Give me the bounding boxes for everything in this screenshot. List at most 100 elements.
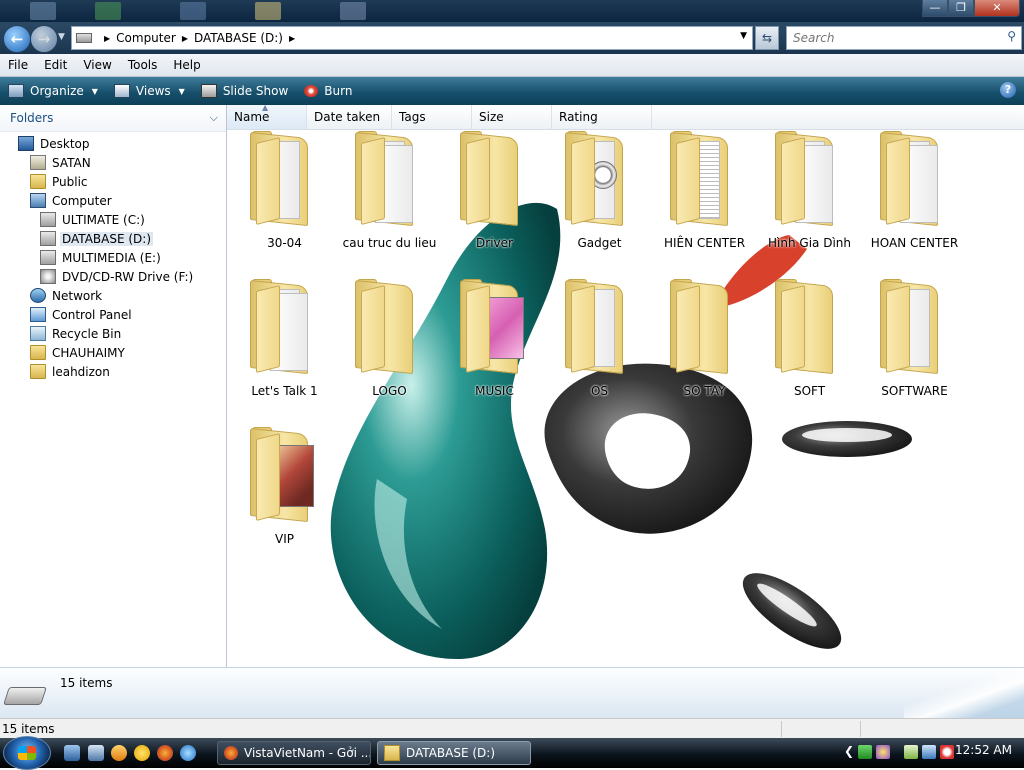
menu-help[interactable]: Help xyxy=(165,58,208,72)
folder-item[interactable]: HOAN CENTER xyxy=(862,129,967,269)
menu-edit[interactable]: Edit xyxy=(36,58,75,72)
folder-name: Driver xyxy=(476,236,513,250)
folder-item[interactable]: 30-04 xyxy=(232,129,337,269)
folder-name: SOFTWARE xyxy=(881,384,948,398)
tree-item-chauhaimy[interactable]: CHAUHAIMY xyxy=(0,343,226,362)
desktop-ghost-icon xyxy=(95,2,121,20)
menu-file[interactable]: File xyxy=(0,58,36,72)
safely-remove-icon[interactable] xyxy=(904,745,918,759)
folder-item[interactable]: cau truc du lieu xyxy=(337,129,442,269)
search-box[interactable]: ⚲ xyxy=(786,26,1022,50)
folder-name: HIÊN CENTER xyxy=(663,236,746,250)
help-button[interactable]: ? xyxy=(1000,82,1016,98)
breadcrumb-database-drive[interactable]: DATABASE (D:) xyxy=(194,31,283,45)
tree-item-ultimate-drive[interactable]: ULTIMATE (C:) xyxy=(0,210,226,229)
show-desktop-icon[interactable] xyxy=(64,745,80,761)
tree-item-computer[interactable]: Computer xyxy=(0,191,226,210)
tree-item-label: Control Panel xyxy=(52,307,132,322)
folder-name: Let's Talk 1 xyxy=(251,384,318,398)
back-button[interactable]: ← xyxy=(3,25,31,53)
folder-item[interactable]: SO TAY xyxy=(652,277,757,417)
folder-item[interactable]: Let's Talk 1 xyxy=(232,277,337,417)
folder-item[interactable]: Gadget xyxy=(547,129,652,269)
internet-explorer-icon[interactable] xyxy=(180,745,196,761)
network-tray-icon[interactable] xyxy=(922,745,936,759)
forward-button[interactable]: → xyxy=(30,25,58,53)
folders-pane-title: Folders xyxy=(10,111,54,125)
taskbar-button-label: DATABASE (D:) xyxy=(406,746,496,760)
folder-icon xyxy=(30,174,46,189)
organize-button[interactable]: Organize ▼ xyxy=(0,77,106,105)
media-player-icon[interactable] xyxy=(111,745,127,761)
column-header-date-taken[interactable]: Date taken xyxy=(307,105,392,129)
show-hidden-icons-icon[interactable]: ❮ xyxy=(844,744,854,758)
messenger-icon[interactable] xyxy=(134,745,150,761)
folder-icon xyxy=(355,279,419,375)
folders-pane-header[interactable]: Folders ⌵ xyxy=(0,105,226,132)
views-button[interactable]: Views ▼ xyxy=(106,77,193,105)
tree-item-control-panel[interactable]: Control Panel xyxy=(0,305,226,324)
burn-disc-icon xyxy=(304,85,319,97)
column-header-size[interactable]: Size xyxy=(472,105,552,129)
firefox-icon[interactable] xyxy=(157,745,173,761)
close-button[interactable]: ✕ xyxy=(974,0,1020,17)
folder-item[interactable]: MUSIC xyxy=(442,277,547,417)
address-bar[interactable]: ▶ Computer ▶ DATABASE (D:) ▶ ▼ xyxy=(71,26,753,50)
folder-icon xyxy=(670,279,734,375)
app-tray-icon[interactable] xyxy=(876,745,890,759)
breadcrumb-separator-icon[interactable]: ▶ xyxy=(104,34,110,43)
search-input[interactable] xyxy=(791,27,995,49)
recent-pages-dropdown-icon[interactable]: ▼ xyxy=(58,32,65,42)
tree-item-dvd-drive[interactable]: DVD/CD-RW Drive (F:) xyxy=(0,267,226,286)
column-header-name[interactable]: ▲ Name xyxy=(227,105,307,129)
tree-item-network[interactable]: Network xyxy=(0,286,226,305)
tree-item-database-drive[interactable]: DATABASE (D:) xyxy=(0,229,226,248)
views-label: Views xyxy=(135,84,171,98)
volume-muted-icon[interactable] xyxy=(940,745,954,759)
tree-item-leahdizon[interactable]: leahdizon xyxy=(0,362,226,381)
refresh-button[interactable]: ⇆ xyxy=(755,26,779,50)
search-icon[interactable]: ⚲ xyxy=(1007,29,1016,43)
switch-windows-icon[interactable] xyxy=(88,745,104,761)
folder-item[interactable]: LOGO xyxy=(337,277,442,417)
address-history-dropdown-icon[interactable]: ▼ xyxy=(740,31,747,41)
column-header-label: Size xyxy=(479,110,504,124)
breadcrumb-computer[interactable]: Computer xyxy=(116,31,176,45)
organize-icon xyxy=(8,84,24,98)
folder-name: Gadget xyxy=(577,236,622,250)
tree-item-public[interactable]: Public xyxy=(0,172,226,191)
folder-item[interactable]: OS xyxy=(547,277,652,417)
menu-view[interactable]: View xyxy=(75,58,119,72)
taskbar-button-explorer[interactable]: DATABASE (D:) xyxy=(377,741,531,765)
minimize-button[interactable]: — xyxy=(922,0,948,17)
clock[interactable]: 12:52 AM xyxy=(955,743,1012,757)
breadcrumb-separator-icon[interactable]: ▶ xyxy=(289,34,295,43)
folder-item[interactable]: VIP xyxy=(232,425,337,565)
tree-item-recycle-bin[interactable]: Recycle Bin xyxy=(0,324,226,343)
file-list-view[interactable]: ▲ Name Date taken Tags Size Rating 30-04… xyxy=(227,105,1024,667)
tree-item-desktop[interactable]: Desktop xyxy=(0,134,226,153)
start-button[interactable] xyxy=(3,736,51,770)
column-header-rating[interactable]: Rating xyxy=(552,105,652,129)
computer-icon xyxy=(30,193,46,208)
folder-item[interactable]: SOFTWARE xyxy=(862,277,967,417)
tree-item-satan[interactable]: SATAN xyxy=(0,153,226,172)
desktop-ghost-icon xyxy=(255,2,281,20)
chevron-down-icon[interactable]: ⌵ xyxy=(210,111,218,125)
column-header-tags[interactable]: Tags xyxy=(392,105,472,129)
folder-item[interactable]: HIÊN CENTER xyxy=(652,129,757,269)
menu-tools[interactable]: Tools xyxy=(120,58,166,72)
slideshow-button[interactable]: Slide Show xyxy=(193,77,296,105)
folder-item[interactable]: Driver xyxy=(442,129,547,269)
taskbar-button-browser[interactable]: VistaVietNam - Gởi ... xyxy=(217,741,371,765)
folder-item[interactable]: Hình Gia Dình xyxy=(757,129,862,269)
desktop-icon xyxy=(18,136,34,151)
tree-item-multimedia-drive[interactable]: MULTIMEDIA (E:) xyxy=(0,248,226,267)
maximize-button[interactable]: ❐ xyxy=(948,0,974,17)
folder-icon xyxy=(460,279,524,375)
folder-item[interactable]: SOFT xyxy=(757,277,862,417)
breadcrumb-separator-icon[interactable]: ▶ xyxy=(182,34,188,43)
folder-icon xyxy=(250,131,314,227)
flag-tray-icon[interactable] xyxy=(858,745,872,759)
burn-button[interactable]: Burn xyxy=(296,77,360,105)
